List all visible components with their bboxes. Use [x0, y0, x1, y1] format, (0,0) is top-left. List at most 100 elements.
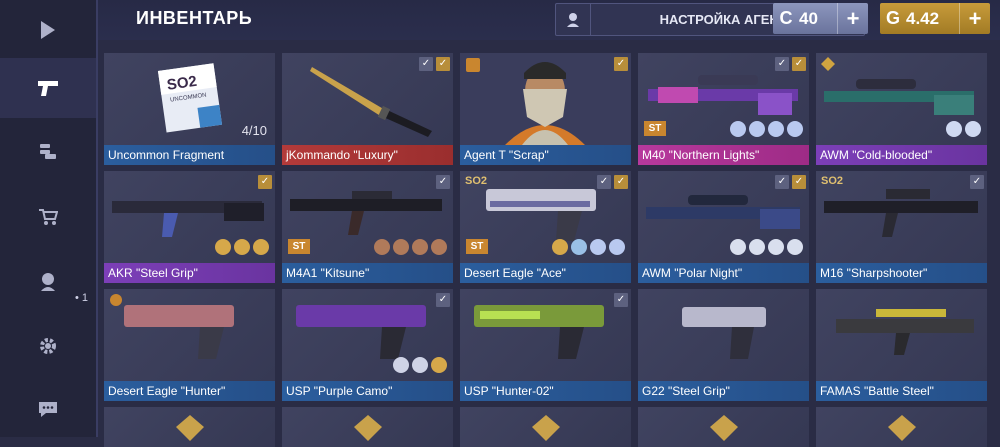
item-flags: ✓ ✓	[775, 175, 806, 189]
inventory-item-badge[interactable]	[816, 407, 987, 447]
stattrack-badge: ST	[288, 239, 310, 254]
inventory-item-m40-northern-lights[interactable]: ✓ ✓ ST M40 "Northern Lights"	[638, 53, 809, 165]
item-flags: ✓	[436, 175, 450, 189]
sticker-row	[552, 239, 625, 255]
sidebar-item-play[interactable]	[0, 0, 96, 60]
sticker-row	[393, 357, 447, 373]
sticker-icon	[215, 239, 231, 255]
inventory-item-awm-cold-blooded[interactable]: AWM "Cold-blooded"	[816, 53, 987, 165]
check-icon: ✓	[436, 293, 450, 307]
inventory-item-badge[interactable]	[282, 407, 453, 447]
agent-portrait	[460, 53, 631, 145]
check-icon: ✓	[775, 57, 789, 71]
inventory-item-awm-polar-night[interactable]: ✓ ✓ AWM "Polar Night"	[638, 171, 809, 283]
item-name: USP "Purple Camo"	[282, 381, 453, 401]
add-silver-button[interactable]: +	[837, 3, 868, 34]
collection-icon	[821, 57, 835, 74]
sticker-icon	[749, 121, 765, 137]
sticker-icon	[730, 121, 746, 137]
inventory-item-g22-steel-grip[interactable]: G22 "Steel Grip"	[638, 289, 809, 401]
inventory-item-knife-luxury[interactable]: ✓ ✓ jKommando "Luxury"	[282, 53, 453, 165]
pistol-image	[474, 305, 604, 359]
item-name: FAMAS "Battle Steel"	[816, 381, 987, 401]
check-icon: ✓	[436, 175, 450, 189]
gold-balance: 4.42	[906, 8, 940, 28]
equipped-check-icon: ✓	[614, 175, 628, 189]
check-icon: ✓	[775, 175, 789, 189]
item-flags: ✓	[614, 293, 628, 307]
item-flags: ✓	[970, 175, 984, 189]
check-icon: ✓	[419, 57, 433, 71]
inventory-item-uncommon-fragment[interactable]: SO2 UNCOMMON 4/10 Uncommon Fragment	[104, 53, 275, 165]
sticker-row	[946, 121, 981, 137]
sticker-row	[730, 121, 803, 137]
stattrack-badge: ST	[466, 239, 488, 254]
item-name: USP "Hunter-02"	[460, 381, 631, 401]
inventory-item-usp-purple-camo[interactable]: ✓ USP "Purple Camo"	[282, 289, 453, 401]
rifle-image	[836, 309, 974, 355]
sidebar-item-currency[interactable]	[0, 122, 96, 182]
inventory-item-badge[interactable]	[460, 407, 631, 447]
item-name: Desert Eagle "Ace"	[460, 263, 631, 283]
item-flags: ✓	[614, 57, 628, 71]
inventory-item-agent-scrap[interactable]: ✓ Agent T "Scrap"	[460, 53, 631, 165]
so2-collection-tag: SO2	[821, 175, 844, 187]
sticker-icon	[234, 239, 250, 255]
sticker-icon	[730, 239, 746, 255]
chat-icon	[39, 402, 57, 417]
gold-currency: G 4.42 +	[880, 3, 990, 34]
check-icon: ✓	[970, 175, 984, 189]
coins-icon	[40, 144, 56, 159]
sticker-icon	[609, 239, 625, 255]
sidebar-item-chat[interactable]	[0, 380, 96, 440]
sticker-icon	[253, 239, 269, 255]
inventory-item-akr-steel-grip[interactable]: ✓ AKR "Steel Grip"	[104, 171, 275, 283]
so2-collection-tag: SO2	[465, 175, 488, 187]
pistol-icon	[38, 81, 58, 96]
sticker-icon	[412, 239, 428, 255]
inventory-item-badge[interactable]	[104, 407, 275, 447]
equipped-check-icon: ✓	[614, 57, 628, 71]
top-bar: ИНВЕНТАРЬ НАСТРОЙКА АГЕНТА C 40 + G 4.42…	[98, 0, 1000, 40]
page-title: ИНВЕНТАРЬ	[136, 8, 253, 28]
add-gold-button[interactable]: +	[959, 3, 990, 34]
sidebar-item-settings[interactable]	[0, 316, 96, 376]
inventory-item-desert-eagle-hunter[interactable]: Desert Eagle "Hunter"	[104, 289, 275, 401]
agent-settings-icon	[556, 4, 591, 35]
sidebar-item-shop[interactable]	[0, 187, 96, 247]
inventory-item-famas-battle-steel[interactable]: FAMAS "Battle Steel"	[816, 289, 987, 401]
sticker-row	[730, 239, 803, 255]
sidebar-item-agents[interactable]: • 1	[0, 252, 96, 312]
equipped-check-icon: ✓	[436, 57, 450, 71]
play-icon	[41, 21, 55, 39]
sticker-icon	[552, 239, 568, 255]
inventory-item-m16-sharpshooter[interactable]: SO2 ✓ M16 "Sharpshooter"	[816, 171, 987, 283]
item-flags: ✓	[436, 293, 450, 307]
check-icon: ✓	[614, 293, 628, 307]
check-icon: ✓	[597, 175, 611, 189]
pistol-image	[124, 305, 234, 359]
sticker-icon	[431, 239, 447, 255]
silver-currency: C 40 +	[773, 3, 868, 34]
item-flags: ✓ ✓	[775, 57, 806, 71]
inventory-item-usp-hunter-02[interactable]: ✓ USP "Hunter-02"	[460, 289, 631, 401]
medal-icon	[888, 415, 916, 441]
sticker-icon	[787, 239, 803, 255]
inventory-item-desert-eagle-ace[interactable]: SO2 ✓ ✓ ST Desert Eagle "Ace"	[460, 171, 631, 283]
sidebar-item-inventory[interactable]	[0, 58, 96, 118]
sticker-icon	[787, 121, 803, 137]
inventory-item-m4a1-kitsune[interactable]: ✓ ST M4A1 "Kitsune"	[282, 171, 453, 283]
inventory-item-badge[interactable]	[638, 407, 809, 447]
sticker-icon	[412, 357, 428, 373]
equipped-check-icon: ✓	[258, 175, 272, 189]
item-name: Uncommon Fragment	[104, 145, 275, 165]
sticker-icon	[768, 121, 784, 137]
sticker-row	[215, 239, 269, 255]
item-name: jKommando "Luxury"	[282, 145, 453, 165]
gear-icon	[40, 338, 56, 354]
equipped-check-icon: ✓	[792, 175, 806, 189]
medal-icon	[532, 415, 560, 441]
fragment-progress: 4/10	[241, 123, 267, 138]
item-name: AWM "Polar Night"	[638, 263, 809, 283]
gold-coin-icon: G	[885, 8, 900, 28]
